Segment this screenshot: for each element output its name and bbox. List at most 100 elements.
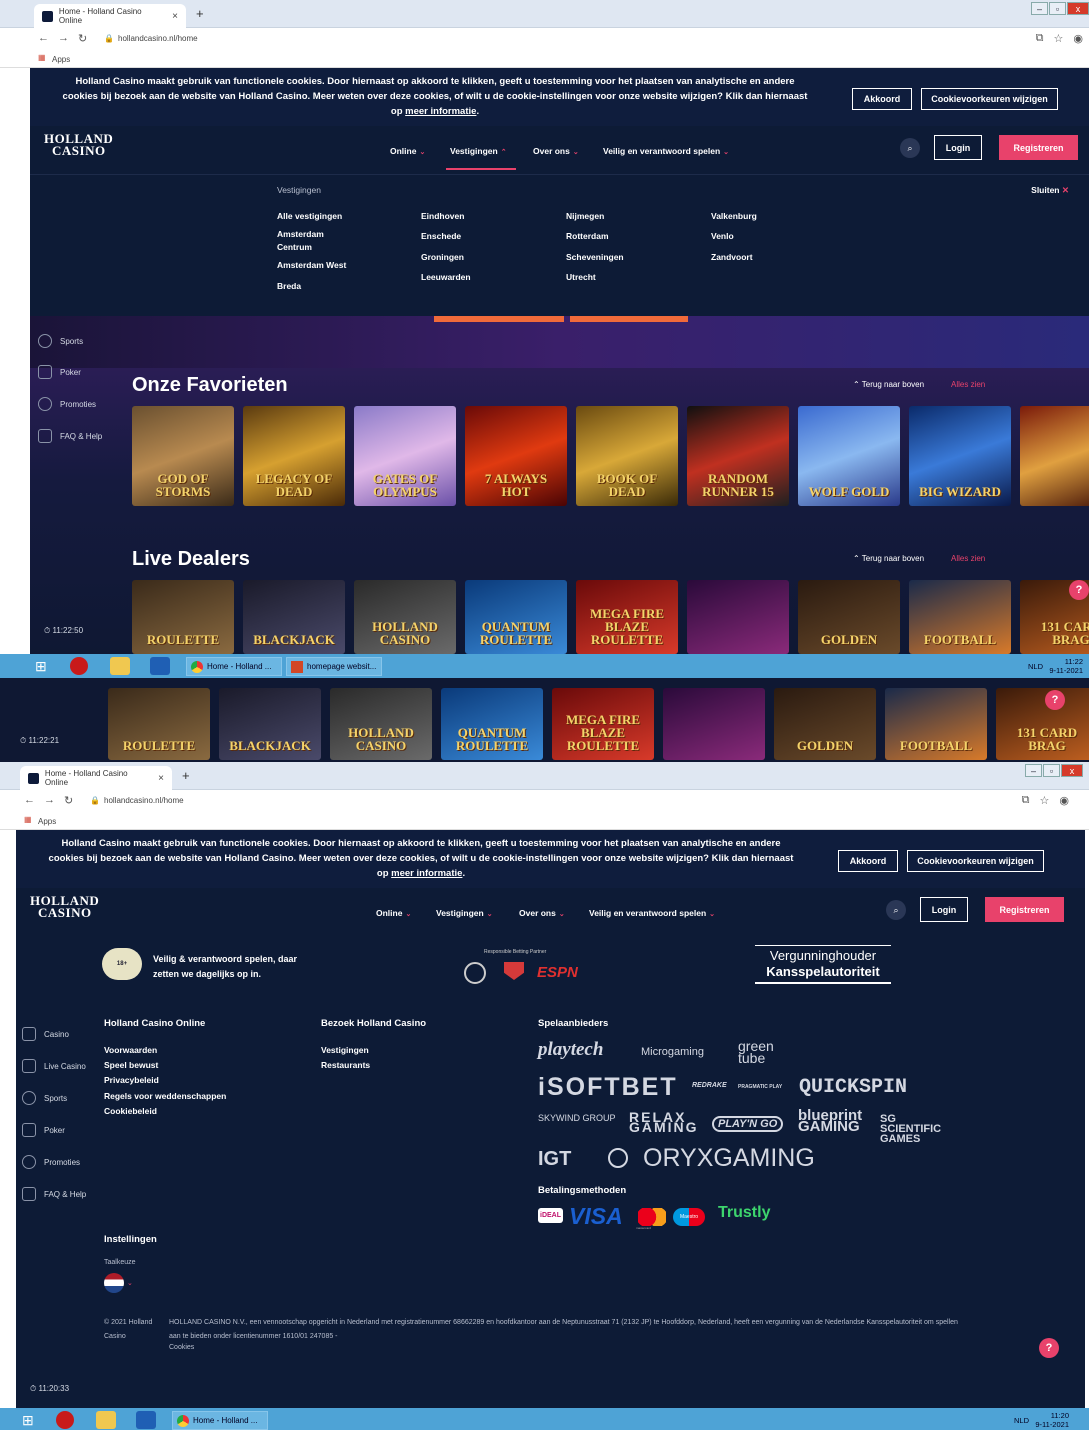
taskbar-powerpoint-app[interactable]: homepage websit...: [286, 657, 382, 676]
apps-grid-icon[interactable]: ▦: [38, 53, 46, 62]
game-tile[interactable]: ROULETTE: [108, 688, 210, 760]
game-tile[interactable]: HOLLAND CASINO: [330, 688, 432, 760]
sidebar-poker[interactable]: Poker: [22, 1123, 65, 1137]
cookies-link[interactable]: Cookies: [169, 1344, 194, 1351]
profile-icon[interactable]: ◉: [1059, 794, 1069, 807]
accept-cookies-button[interactable]: Akkoord: [852, 88, 912, 110]
reload-icon[interactable]: ↻: [78, 32, 87, 45]
sidebar-live-casino[interactable]: Live Casino: [22, 1059, 86, 1073]
nav-veilig-spelen[interactable]: Veilig en verantwoord spelen ⌄: [603, 146, 729, 156]
see-all-link[interactable]: Alles zien: [951, 554, 985, 563]
location-link[interactable]: Eindhoven: [421, 211, 464, 221]
game-tile[interactable]: HOLLAND CASINO: [354, 580, 456, 654]
taskbar-chrome-app[interactable]: Home - Holland ...: [186, 657, 282, 676]
game-tile[interactable]: FOOTBALL: [885, 688, 987, 760]
game-tile[interactable]: QUANTUM ROULETTE: [441, 688, 543, 760]
sidebar-poker[interactable]: Poker: [38, 365, 81, 379]
footer-link[interactable]: Cookiebeleid: [104, 1106, 157, 1116]
location-link[interactable]: Enschede: [421, 231, 461, 241]
nav-veilig-spelen[interactable]: Veilig en verantwoord spelen ⌄: [589, 908, 715, 918]
outlook-icon[interactable]: [150, 657, 170, 675]
url-field[interactable]: hollandcasino.nl/home: [104, 796, 184, 805]
back-icon[interactable]: ←: [24, 794, 35, 806]
nav-vestigingen[interactable]: Vestigingen ⌃: [450, 146, 507, 156]
game-tile[interactable]: GOLDEN: [774, 688, 876, 760]
sidebar-casino[interactable]: Casino: [22, 1027, 69, 1041]
holland-casino-logo[interactable]: HOLLAND CASINO: [44, 132, 113, 157]
game-tile[interactable]: LEGACY OF DEAD: [243, 406, 345, 506]
apps-bookmark[interactable]: Apps: [52, 55, 70, 64]
hero-button[interactable]: [570, 316, 688, 322]
location-link[interactable]: Leeuwarden: [421, 272, 471, 282]
game-tile[interactable]: [687, 580, 789, 654]
nav-vestigingen[interactable]: Vestigingen ⌄: [436, 908, 493, 918]
game-tile[interactable]: FOOTBALL: [909, 580, 1011, 654]
game-tile[interactable]: [1020, 406, 1089, 506]
game-tile[interactable]: MEGA FIRE BLAZE ROULETTE: [576, 580, 678, 654]
nav-over-ons[interactable]: Over ons ⌄: [519, 908, 565, 918]
minimize-button[interactable]: –: [1031, 2, 1048, 15]
cookie-preferences-button[interactable]: Cookievoorkeuren wijzigen: [907, 850, 1044, 872]
more-info-link[interactable]: meer informatie: [405, 106, 476, 117]
location-link[interactable]: Breda: [277, 281, 301, 291]
translate-icon[interactable]: ⧉: [1036, 32, 1044, 45]
game-tile[interactable]: MEGA FIRE BLAZE ROULETTE: [552, 688, 654, 760]
login-button[interactable]: Login: [934, 135, 982, 160]
footer-link[interactable]: Restaurants: [321, 1060, 370, 1070]
register-button[interactable]: Registreren: [999, 135, 1078, 160]
location-link[interactable]: Groningen: [421, 252, 464, 262]
outlook-icon[interactable]: [136, 1411, 156, 1429]
apps-bookmark[interactable]: Apps: [38, 817, 56, 826]
language-indicator[interactable]: NLD: [1014, 1416, 1029, 1425]
translate-icon[interactable]: ⧉: [1022, 794, 1030, 807]
footer-link[interactable]: Privacybeleid: [104, 1075, 159, 1085]
apps-grid-icon[interactable]: ▦: [24, 815, 32, 824]
opera-icon[interactable]: [70, 657, 88, 675]
game-tile[interactable]: GATES OF OLYMPUS: [354, 406, 456, 506]
location-link[interactable]: Amsterdam West: [277, 260, 346, 270]
holland-casino-logo[interactable]: HOLLAND CASINO: [30, 894, 99, 919]
location-link[interactable]: Rotterdam: [566, 231, 609, 241]
game-tile[interactable]: [663, 688, 765, 760]
footer-link[interactable]: Regels voor weddenschappen: [104, 1091, 226, 1101]
minimize-button[interactable]: –: [1025, 764, 1042, 777]
location-link[interactable]: Venlo: [711, 231, 734, 241]
location-link[interactable]: Nijmegen: [566, 211, 604, 221]
search-icon[interactable]: ⌕: [900, 138, 920, 158]
help-button[interactable]: ?: [1039, 1338, 1059, 1358]
sidebar-faq[interactable]: FAQ & Help: [38, 429, 102, 443]
location-link[interactable]: Valkenburg: [711, 211, 757, 221]
language-selector[interactable]: ⌄: [104, 1273, 133, 1293]
nav-over-ons[interactable]: Over ons ⌄: [533, 146, 579, 156]
accept-cookies-button[interactable]: Akkoord: [838, 850, 898, 872]
game-tile[interactable]: GOD OF STORMS: [132, 406, 234, 506]
game-tile[interactable]: BIG WIZARD: [909, 406, 1011, 506]
forward-icon[interactable]: →: [58, 32, 69, 44]
sidebar-promoties[interactable]: Promoties: [38, 397, 96, 411]
game-tile[interactable]: WOLF GOLD: [798, 406, 900, 506]
opera-icon[interactable]: [56, 1411, 74, 1429]
footer-link[interactable]: Speel bewust: [104, 1060, 158, 1070]
windows-start-icon[interactable]: ⊞: [22, 1412, 38, 1428]
help-button[interactable]: ?: [1045, 690, 1065, 710]
game-tile[interactable]: QUANTUM ROULETTE: [465, 580, 567, 654]
hero-button[interactable]: [434, 316, 564, 322]
language-indicator[interactable]: NLD: [1028, 662, 1043, 671]
location-link[interactable]: Amsterdam Centrum: [277, 228, 347, 254]
bookmark-star-icon[interactable]: ☆: [1054, 32, 1064, 45]
see-all-link[interactable]: Alles zien: [951, 380, 985, 389]
bookmark-star-icon[interactable]: ☆: [1040, 794, 1050, 807]
register-button[interactable]: Registreren: [985, 897, 1064, 922]
game-tile[interactable]: ROULETTE: [132, 580, 234, 654]
footer-link[interactable]: Vestigingen: [321, 1045, 369, 1055]
new-tab-button[interactable]: +: [182, 768, 190, 783]
game-tile[interactable]: GOLDEN: [798, 580, 900, 654]
new-tab-button[interactable]: +: [196, 6, 204, 21]
maximize-button[interactable]: ▫: [1043, 764, 1060, 777]
sidebar-promoties[interactable]: Promoties: [22, 1155, 80, 1169]
close-window-button[interactable]: x: [1061, 764, 1083, 777]
profile-icon[interactable]: ◉: [1073, 32, 1083, 45]
location-link[interactable]: Zandvoort: [711, 252, 753, 262]
game-tile[interactable]: BOOK OF DEAD: [576, 406, 678, 506]
back-to-top-link[interactable]: ⌃ Terug naar boven: [853, 380, 924, 389]
